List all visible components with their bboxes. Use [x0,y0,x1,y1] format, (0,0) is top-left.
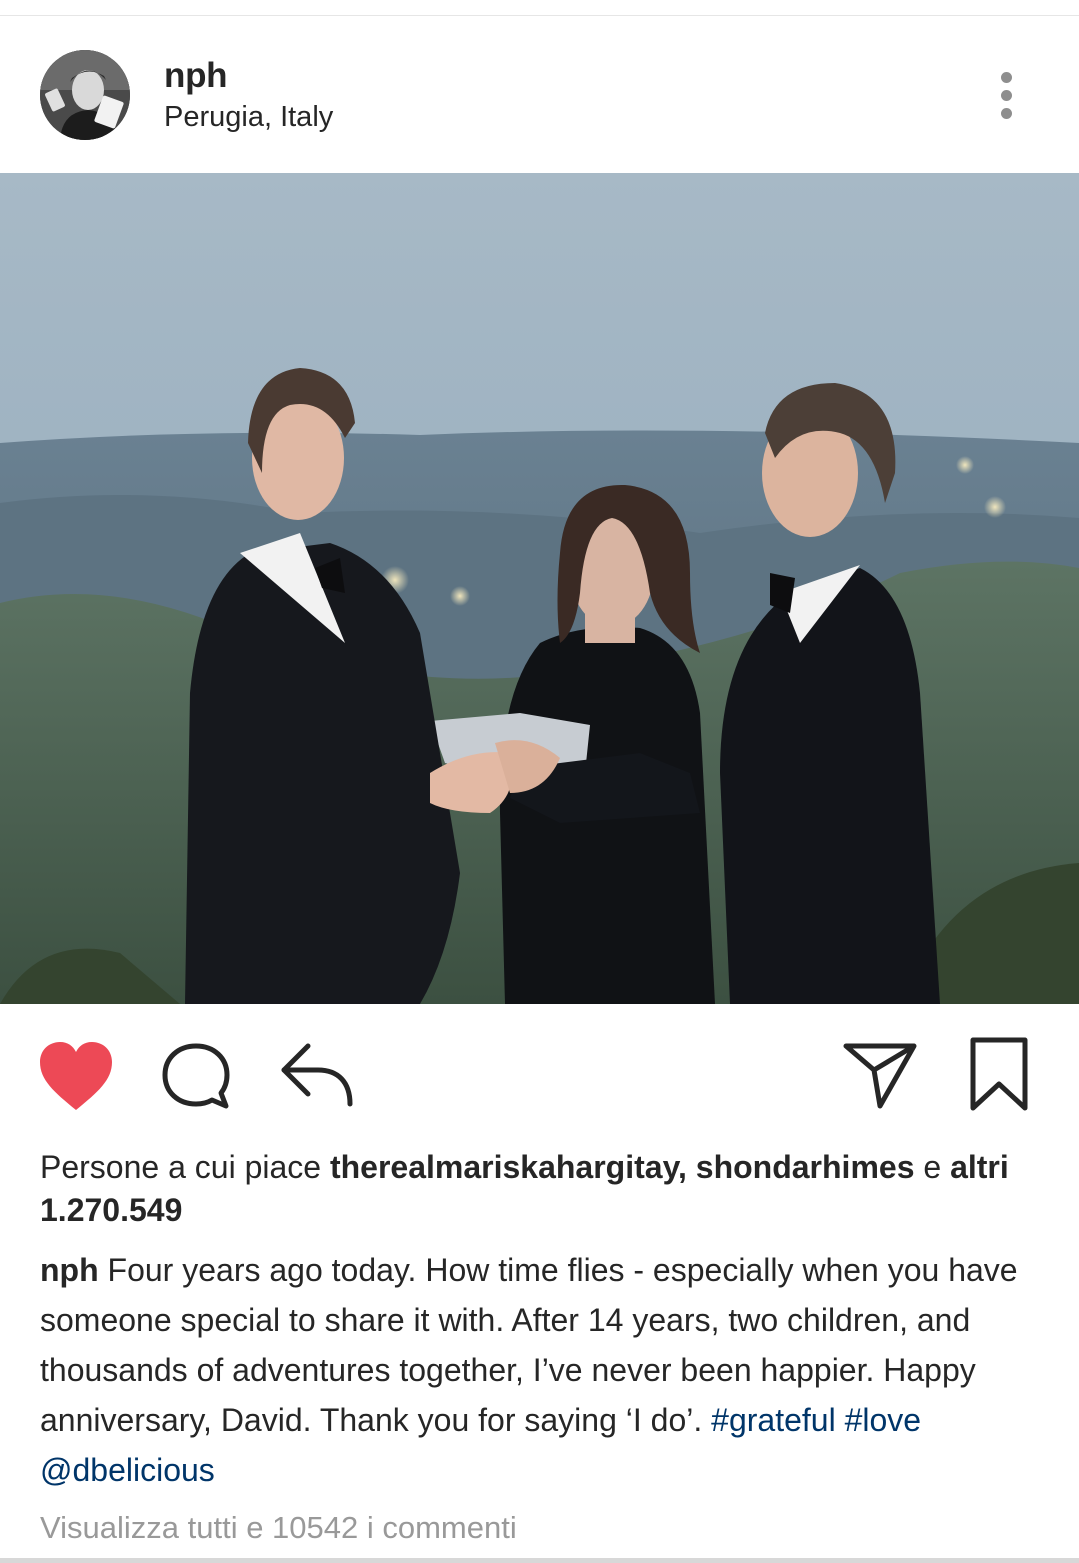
like-button[interactable] [38,1040,114,1112]
hashtag-link[interactable]: #love [845,1402,922,1438]
more-vertical-icon [1001,72,1012,83]
heart-filled-icon [40,1042,112,1110]
likes-prefix: Persone a cui piace [40,1149,330,1185]
save-button[interactable] [968,1036,1030,1112]
avatar[interactable] [40,50,130,140]
likes-separator: , [677,1149,696,1185]
mention-link[interactable]: @dbelicious [40,1452,215,1488]
liker-link[interactable]: shondarhimes [696,1149,915,1185]
hashtag-link[interactable]: #grateful [711,1402,836,1438]
post-caption: nph Four years ago today. How time flies… [40,1245,1050,1495]
comment-button[interactable] [160,1042,232,1110]
reply-arrow-icon [281,1043,353,1107]
send-paper-plane-icon [843,1043,917,1109]
liker-link[interactable]: therealmariskahargitay [330,1149,678,1185]
caption-space [836,1402,845,1438]
send-button[interactable] [842,1040,918,1110]
bookmark-icon [970,1037,1028,1111]
bottom-divider [0,1558,1079,1563]
caption-username[interactable]: nph [40,1252,99,1288]
view-all-comments-link[interactable]: Visualizza tutti e 10542 i commenti [40,1510,517,1546]
post-actions-bar [0,1004,1079,1144]
username[interactable]: nph [164,56,228,96]
likes-summary: Persone a cui piace therealmariskahargit… [40,1146,1050,1232]
post-header: nph Perugia, Italy [0,16,1079,172]
location[interactable]: Perugia, Italy [164,101,333,134]
post-photo[interactable] [0,173,1079,1004]
more-options-button[interactable] [990,68,1024,124]
likes-conjunction: e [914,1149,951,1185]
reply-button[interactable] [278,1040,356,1108]
comment-bubble-icon [162,1043,230,1109]
